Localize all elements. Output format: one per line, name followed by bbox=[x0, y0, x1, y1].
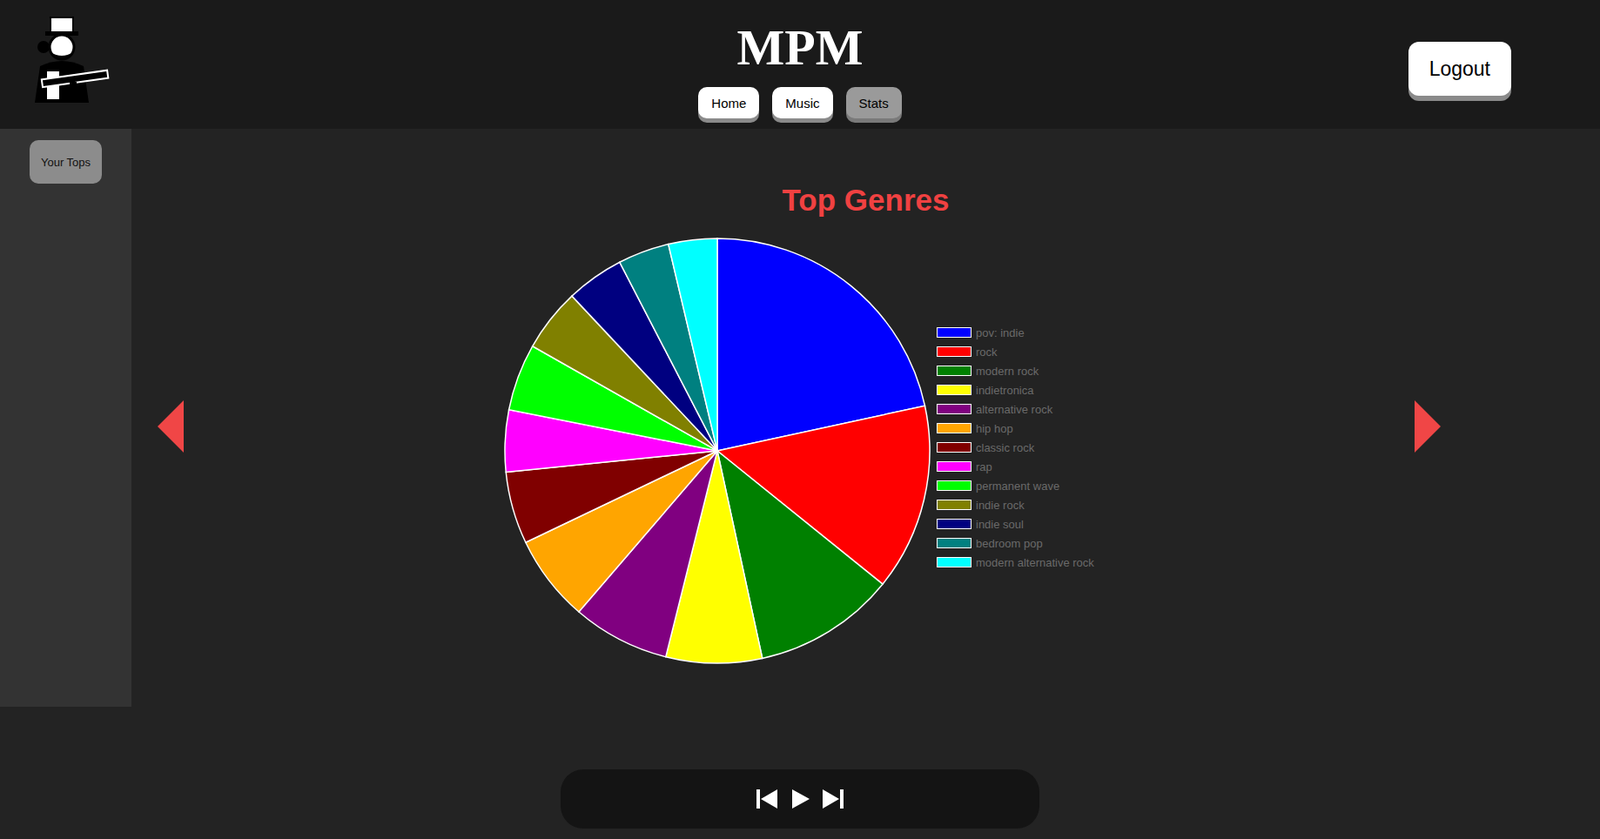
legend-label: rock bbox=[975, 345, 998, 359]
legend-swatch bbox=[936, 423, 972, 434]
previous-arrow-icon[interactable] bbox=[157, 400, 184, 453]
chart-row: pov: indie rock modern rock indietronica alt… bbox=[131, 233, 1600, 669]
legend-swatch bbox=[936, 327, 972, 338]
chart-legend: pov: indie rock modern rock indietronica alt… bbox=[936, 325, 1095, 570]
legend-label: bedroom pop bbox=[975, 537, 1043, 551]
legend-swatch bbox=[936, 346, 972, 357]
legend-item[interactable]: hip hop bbox=[936, 421, 1095, 436]
legend-item[interactable]: indie rock bbox=[936, 497, 1095, 512]
sidebar-item[interactable]: Your Tops bbox=[29, 140, 102, 184]
legend-item[interactable]: rap bbox=[936, 459, 1095, 474]
legend-label: modern alternative rock bbox=[975, 556, 1095, 570]
skip-previous-icon[interactable] bbox=[753, 786, 780, 813]
logo-area bbox=[0, 0, 227, 107]
legend-item[interactable]: permanent wave bbox=[936, 478, 1095, 493]
pie-slice[interactable] bbox=[668, 238, 718, 451]
logo-icon[interactable] bbox=[24, 15, 112, 107]
header: MPM Home Music Stats Logout bbox=[0, 0, 1600, 129]
legend-label: rap bbox=[975, 460, 993, 474]
main-area: Your Tops Top Genres pov: indie rock modern … bbox=[0, 128, 1600, 707]
sidebar: Your Tops bbox=[0, 128, 132, 707]
logout-button[interactable]: Logout bbox=[1408, 41, 1512, 96]
chart-title: Top Genres bbox=[131, 128, 1600, 218]
pie-chart bbox=[499, 233, 935, 669]
legend-item[interactable]: pov: indie bbox=[936, 325, 1095, 340]
legend-label: indietronica bbox=[975, 383, 1035, 397]
nav-bar: Home Music Stats bbox=[698, 87, 901, 119]
header-right: Logout bbox=[1373, 0, 1600, 96]
player-bar bbox=[560, 769, 1040, 829]
content: Top Genres pov: indie rock modern rock indie… bbox=[131, 128, 1600, 707]
legend-label: indie rock bbox=[975, 498, 1025, 512]
legend-item[interactable]: bedroom pop bbox=[936, 536, 1095, 551]
legend-item[interactable]: alternative rock bbox=[936, 402, 1095, 417]
legend-item[interactable]: modern rock bbox=[936, 363, 1095, 378]
skip-next-icon[interactable] bbox=[820, 786, 847, 813]
legend-item[interactable]: classic rock bbox=[936, 440, 1095, 455]
nav-button[interactable]: Home bbox=[698, 87, 760, 119]
play-icon[interactable] bbox=[786, 786, 814, 813]
legend-swatch bbox=[936, 537, 972, 549]
legend-swatch bbox=[936, 557, 972, 568]
nav-button[interactable]: Music bbox=[772, 87, 833, 119]
app-title: MPM bbox=[737, 22, 864, 74]
legend-swatch bbox=[936, 403, 972, 415]
legend-label: indie soul bbox=[975, 517, 1024, 532]
nav-button[interactable]: Stats bbox=[846, 87, 902, 119]
legend-swatch bbox=[936, 480, 972, 491]
legend-swatch bbox=[936, 442, 972, 453]
legend-label: modern rock bbox=[975, 364, 1039, 378]
legend-item[interactable]: rock bbox=[936, 344, 1095, 359]
legend-label: pov: indie bbox=[975, 326, 1025, 340]
chart-box: pov: indie rock modern rock indietronica alt… bbox=[183, 233, 1415, 669]
legend-swatch bbox=[936, 461, 972, 472]
next-arrow-icon[interactable] bbox=[1414, 400, 1441, 453]
legend-swatch bbox=[936, 518, 972, 530]
legend-item[interactable]: modern alternative rock bbox=[936, 555, 1095, 570]
legend-label: alternative rock bbox=[975, 403, 1053, 417]
legend-swatch bbox=[936, 499, 972, 511]
legend-label: permanent wave bbox=[975, 479, 1060, 493]
legend-label: hip hop bbox=[975, 422, 1014, 436]
legend-label: classic rock bbox=[975, 441, 1035, 455]
legend-swatch bbox=[936, 384, 972, 396]
legend-item[interactable]: indietronica bbox=[936, 383, 1095, 397]
legend-swatch bbox=[936, 365, 972, 377]
legend-item[interactable]: indie soul bbox=[936, 517, 1095, 532]
header-center: MPM Home Music Stats bbox=[698, 0, 901, 119]
player-area bbox=[0, 769, 1600, 829]
